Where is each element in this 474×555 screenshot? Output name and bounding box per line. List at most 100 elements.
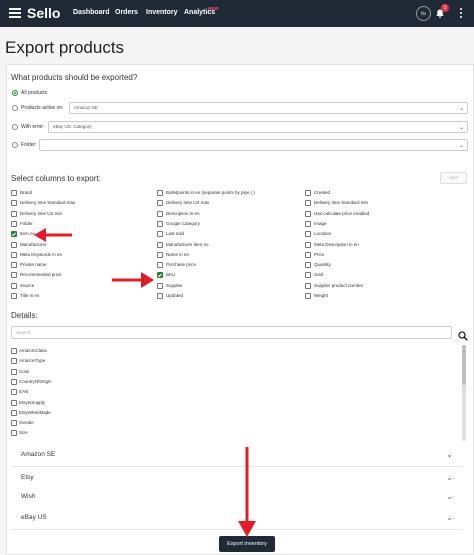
radio-label: With error:	[21, 124, 45, 130]
column-checkbox-label: Price	[314, 252, 325, 257]
detail-checkbox-label: EtsyIsSupply	[19, 399, 46, 405]
detail-checkbox[interactable]	[11, 378, 17, 385]
detail-checkbox[interactable]	[11, 420, 17, 427]
radio-active-on[interactable]: Products active on:	[12, 102, 64, 114]
column-checkbox[interactable]	[157, 190, 163, 196]
accordion-label: Amazon SE	[21, 451, 56, 458]
scrollbar-thumb[interactable]	[462, 345, 466, 385]
radio-button[interactable]	[12, 142, 18, 148]
more-vertical-icon[interactable]	[460, 8, 463, 19]
folder-select[interactable]: ⌄	[39, 139, 468, 151]
column-checkbox[interactable]	[11, 272, 17, 278]
column-checkbox[interactable]	[11, 283, 17, 289]
column-checkbox[interactable]	[11, 242, 17, 248]
detail-checkbox-label: EAN	[19, 389, 29, 395]
radio-with-error[interactable]: With error:	[12, 121, 44, 133]
radio-button[interactable]	[12, 90, 18, 96]
column-checkbox-label: Description in en	[166, 211, 200, 216]
detail-checkbox-label: AmazonType	[19, 358, 46, 364]
avatar[interactable]: fils	[416, 6, 431, 21]
radio-folder[interactable]: Folder:	[12, 139, 37, 151]
column-checkbox[interactable]	[305, 242, 311, 248]
detail-checkbox[interactable]	[11, 389, 17, 396]
detail-checkbox[interactable]	[11, 368, 17, 375]
column-checkbox[interactable]	[157, 293, 163, 299]
new-badge: NEW	[208, 6, 219, 11]
details-search-input[interactable]: Search	[11, 326, 452, 339]
annotation-arrow-item-no	[34, 228, 72, 242]
column-checkbox[interactable]	[157, 272, 163, 278]
search-icon[interactable]	[458, 328, 468, 341]
column-checkbox[interactable]	[305, 252, 311, 258]
column-checkbox-label: Supplier product number	[314, 283, 364, 288]
hamburger-menu-icon[interactable]	[9, 8, 21, 18]
column-checkbox[interactable]	[305, 211, 311, 217]
details-list: AmazonClass AmazonType Color CountryOfOrigi…	[6, 343, 464, 443]
column-checkbox-label: Sold	[314, 272, 324, 277]
details-scrollbar[interactable]	[462, 345, 466, 441]
column-checkbox[interactable]	[305, 221, 311, 227]
chevron-down-icon: ⌄	[458, 143, 464, 149]
radio-label: All products	[21, 90, 48, 96]
column-checkbox[interactable]	[11, 211, 17, 217]
skip-button[interactable]: SKIP	[440, 172, 467, 184]
column-checkbox-label: Meta Keywords in en	[20, 252, 63, 257]
column-checkbox-label: Source	[20, 283, 35, 288]
column-checkbox[interactable]	[157, 211, 163, 217]
column-checkbox[interactable]	[157, 200, 163, 206]
chevron-down-icon: ⌄	[446, 473, 453, 482]
column-checkbox[interactable]	[305, 272, 311, 278]
column-checkbox[interactable]	[11, 190, 17, 196]
radio-all-products[interactable]: All products	[12, 87, 47, 99]
column-checkbox[interactable]	[305, 190, 311, 196]
detail-checkbox[interactable]	[11, 358, 17, 365]
radio-button[interactable]	[12, 105, 18, 111]
column-checkbox[interactable]	[305, 283, 311, 289]
column-checkbox-label: Delivery time Standard min	[314, 200, 369, 205]
column-checkbox-label: Weight	[314, 293, 328, 298]
column-checkbox[interactable]	[11, 262, 17, 268]
nav-link-orders[interactable]: Orders	[115, 9, 138, 16]
column-checkbox[interactable]	[157, 252, 163, 258]
column-checkbox[interactable]	[11, 200, 17, 206]
detail-checkbox[interactable]	[11, 430, 17, 437]
column-checkbox-label: Delivery time US max	[166, 200, 210, 205]
nav-link-dashboard[interactable]: Dashboard	[73, 9, 110, 16]
column-checkbox-label: Folder	[20, 221, 33, 226]
column-checkbox[interactable]	[11, 293, 17, 299]
column-checkbox-label: Bulletpoints in en (separate points by p…	[166, 190, 255, 195]
radio-button[interactable]	[12, 124, 18, 130]
detail-checkbox[interactable]	[11, 348, 17, 354]
column-checkbox[interactable]	[11, 221, 17, 227]
app-logo[interactable]: Sello	[27, 5, 60, 21]
column-checkbox[interactable]	[157, 242, 163, 248]
column-checkbox-label: Has calculate price enabled	[314, 211, 370, 216]
column-checkbox[interactable]	[157, 231, 163, 237]
top-navbar: Sello Dashboard Orders Inventory Analyti…	[0, 0, 474, 27]
notification-count-badge: 1	[441, 4, 449, 12]
column-checkbox[interactable]	[157, 221, 163, 227]
detail-checkbox[interactable]	[11, 399, 17, 406]
export-inventory-button[interactable]: Export inventory	[219, 536, 275, 552]
column-checkbox-label: Delivery time Standard max	[20, 200, 76, 205]
column-checkbox[interactable]	[305, 231, 311, 237]
column-checkbox-label: Name in en	[166, 252, 190, 257]
radio-label: Folder:	[21, 142, 37, 148]
nav-link-inventory[interactable]: Inventory	[146, 9, 178, 16]
column-checkbox[interactable]	[305, 200, 311, 206]
annotation-arrow-export	[238, 447, 256, 537]
column-checkbox[interactable]	[157, 262, 163, 268]
detail-checkbox[interactable]	[11, 409, 17, 416]
chevron-down-icon: ⌄	[446, 450, 453, 459]
chevron-down-icon: ⌄	[446, 492, 453, 501]
column-checkbox[interactable]	[11, 252, 17, 258]
column-checkbox[interactable]	[305, 293, 311, 299]
column-checkbox[interactable]	[305, 262, 311, 268]
detail-checkbox-label: EtsyWhenMade	[19, 409, 51, 415]
with-error-select[interactable]: eBay US: Category ⌄	[48, 121, 468, 133]
accordion-label: Wish	[21, 493, 36, 500]
active-on-select[interactable]: Amazon SE ⌄	[69, 102, 468, 114]
column-checkbox[interactable]	[157, 283, 163, 289]
column-checkbox[interactable]	[11, 231, 17, 237]
column-checkbox-label: Title in en	[20, 293, 40, 298]
